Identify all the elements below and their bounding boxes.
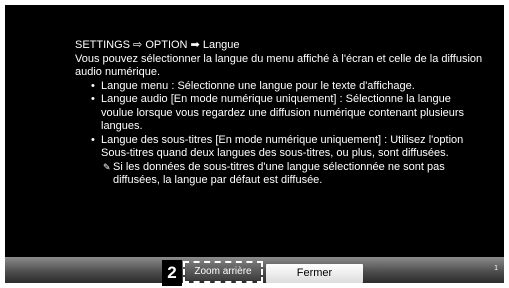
zoom-out-button[interactable]: Zoom arrière [183,261,263,283]
tv-screen: SETTINGS ⇨ OPTION ➡ Langue Vous pouvez s… [5,5,504,283]
list-item-text: Langue des sous-titres [En mode numériqu… [101,133,464,160]
bullet-icon: • [91,79,95,92]
breadcrumb: SETTINGS ⇨ OPTION ➡ Langue [75,39,240,51]
list-item-text: Langue audio [En mode numérique uniqueme… [101,93,465,132]
bullet-icon: • [91,93,95,105]
list-item: • Langue des sous-titres [En mode numéri… [75,134,485,161]
help-content: SETTINGS ⇨ OPTION ➡ Langue Vous pouvez s… [75,39,485,188]
note: ✎ Si les données de sous-titres d'une la… [75,161,485,188]
callout-number-badge: 2 [162,260,182,286]
list-item: • Langue menu : Sélectionne une langue p… [75,80,485,94]
close-button[interactable]: Fermer [266,264,363,283]
bullet-icon: • [91,133,95,146]
note-text: Si les données de sous-titres d'une lang… [113,160,445,187]
page-marker: 1 [494,265,498,272]
intro-text: Vous pouvez sélectionner la langue du me… [75,52,483,79]
pencil-icon: ✎ [103,161,111,172]
list-item-text: Langue menu : Sélectionne une langue pou… [101,79,415,92]
list-item: • Langue audio [En mode numérique unique… [75,93,485,134]
